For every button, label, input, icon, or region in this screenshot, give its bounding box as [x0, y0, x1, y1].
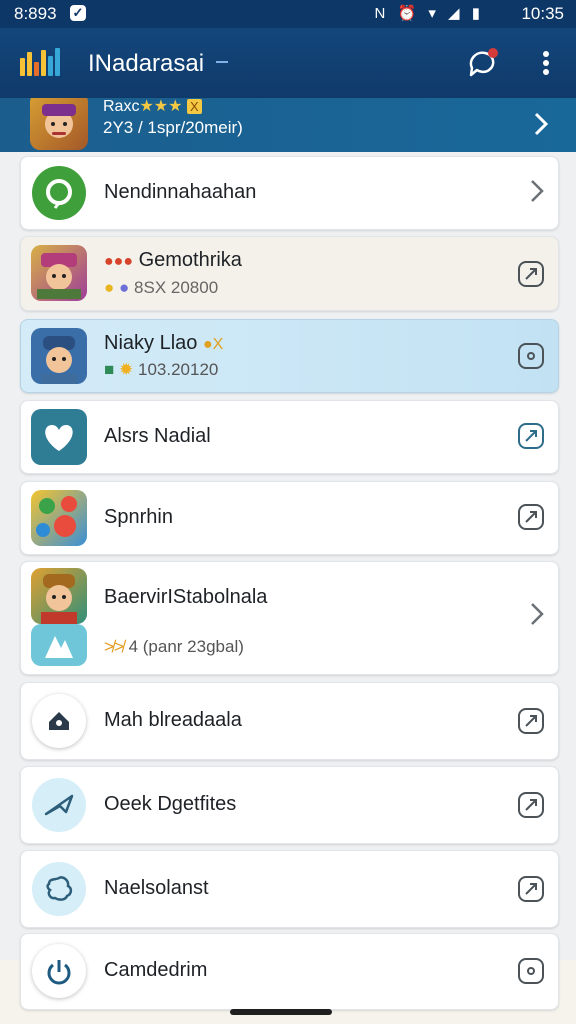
banner-line-2: 2Y3 / 1spr/20meir) [103, 118, 243, 137]
list-item-label: Spnrhin [104, 506, 173, 528]
list-item-label: Nendinnahaahan [104, 181, 257, 203]
status-bar: 8:893 ✓ N ⏰ ▾ ◢ ▮ 10:35 [0, 0, 576, 28]
edit-icon[interactable] [518, 708, 544, 734]
list-item[interactable]: ●●● Gemothrika ● ● 8SX 20800 [20, 236, 559, 311]
mountain-icon [31, 624, 87, 666]
game-thumbnail [30, 98, 88, 150]
edit-icon[interactable] [518, 792, 544, 818]
game-thumbnail [31, 245, 87, 301]
edit-icon[interactable] [518, 423, 544, 449]
list-item-label: Camdedrim [104, 959, 208, 981]
hexagon-icon[interactable] [518, 343, 544, 369]
edit-icon[interactable] [518, 876, 544, 902]
list-item[interactable]: Naelsolanst [20, 850, 559, 928]
gesture-nav-bar[interactable] [230, 1009, 332, 1015]
banner-line-1: Raxc★★★ X [103, 98, 202, 116]
home-icon [32, 694, 86, 748]
edit-icon[interactable] [518, 958, 544, 984]
heart-icon [31, 409, 87, 465]
list-item-label: Niaky Llao ●X [104, 332, 224, 354]
edit-icon[interactable] [518, 261, 544, 287]
app-logo-icon [20, 48, 60, 76]
list-item-subtitle: ● ● 8SX 20800 [104, 278, 219, 297]
list-item[interactable]: Mah blreadaala [20, 682, 559, 760]
featured-banner[interactable]: Raxc★★★ X 2Y3 / 1spr/20meir) [0, 98, 576, 152]
overflow-menu-button[interactable] [534, 48, 558, 78]
title-divider [216, 61, 228, 63]
game-thumbnail [31, 568, 87, 624]
puzzle-icon [32, 862, 86, 916]
search-icon [32, 166, 86, 220]
chevron-right-icon [530, 179, 544, 210]
app-title: INadarasai [88, 50, 205, 77]
chevron-right-icon [534, 112, 549, 143]
list-item-label: BaervirIStabolnala [104, 586, 268, 608]
list-item-subtitle: ■ ✹ 103.20120 [104, 360, 219, 379]
list-item[interactable]: Nendinnahaahan [20, 156, 559, 230]
power-icon [32, 944, 86, 998]
list-item-label: Naelsolanst [104, 877, 209, 899]
airplane-icon [32, 778, 86, 832]
chat-button[interactable] [466, 46, 500, 80]
more-vert-icon [543, 51, 549, 75]
list-item-label: Mah blreadaala [104, 709, 242, 731]
list-item-subtitle: ≯≯ 4 (panr 23gbal) [104, 637, 244, 656]
list-item-label: Oeek Dgetfites [104, 793, 237, 815]
list-item-label: ●●● Gemothrika [104, 249, 242, 271]
game-thumbnail [31, 328, 87, 384]
list-item[interactable]: Oeek Dgetfites [20, 766, 559, 844]
list-item[interactable]: Camdedrim [20, 933, 559, 1010]
status-time: 8:893 [14, 4, 57, 23]
list-item[interactable]: BaervirIStabolnala ≯≯ 4 (panr 23gbal) [20, 561, 559, 675]
list-item[interactable]: Alsrs Nadial [20, 400, 559, 474]
game-thumbnail [31, 490, 87, 546]
check-icon: ✓ [70, 5, 86, 21]
list-item[interactable]: Spnrhin [20, 481, 559, 555]
chevron-right-icon [530, 602, 544, 633]
edit-icon[interactable] [518, 504, 544, 530]
chat-bubble-icon [469, 48, 498, 77]
list-item-label: Alsrs Nadial [104, 425, 211, 447]
app-bar: INadarasai [0, 28, 576, 98]
status-clock: 10:35 [521, 4, 564, 23]
list-item-selected[interactable]: Niaky Llao ●X ■ ✹ 103.20120 [20, 319, 559, 393]
status-icons: N ⏰ ▾ ◢ ▮ [374, 5, 484, 22]
